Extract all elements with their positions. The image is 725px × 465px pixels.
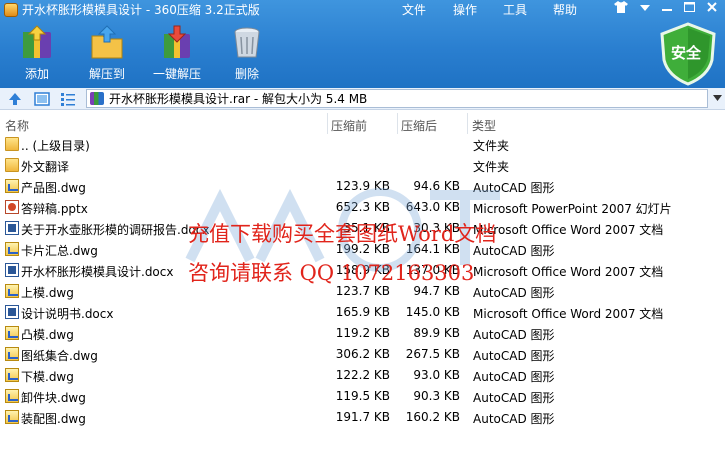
column-header: 名称 压缩前 压缩后 类型 [0,113,725,134]
delete-button-label: 删除 [234,67,259,81]
file-row[interactable]: 卸件块.dwg 119.5 KB 90.3 KB AutoCAD 图形 [0,386,725,407]
file-type: AutoCAD 图形 [473,391,555,405]
file-name: 图纸集合.dwg [21,349,98,363]
dwg-file-icon [5,347,19,361]
compressed-after-size: 160.2 KB [405,410,460,424]
thumbnail-view-icon[interactable] [34,91,50,107]
column-divider[interactable] [397,113,398,134]
address-path: 开水杯胀形模模具设计.rar - 解包大小为 5.4 MB [109,92,368,106]
file-name: 凸模.dwg [21,328,74,342]
rar-archive-icon [90,92,104,105]
file-name: 开水杯胀形模模具设计.docx [21,265,174,279]
add-archive-icon [23,25,51,58]
dwg-file-icon [5,284,19,298]
dwg-file-icon [5,410,19,424]
docx-file-icon [5,263,19,277]
watermark-line-2: 咨询请联系 QQ 1072163303 [188,261,475,285]
compressed-after-size: 145.0 KB [405,305,460,319]
docx-file-icon [5,305,19,319]
delete-button[interactable]: 删除 [217,24,277,84]
dwg-file-icon [5,389,19,403]
watermark-line-1: 充值下载购买全套图纸Word文档 [188,222,497,246]
compressed-before-size: 165.9 KB [335,305,390,319]
add-button-label: 添加 [24,67,49,81]
file-type: AutoCAD 图形 [473,349,555,363]
file-type: Microsoft Office Word 2007 文档 [473,307,664,321]
compressed-before-size: 306.2 KB [335,347,390,361]
file-type: AutoCAD 图形 [473,370,555,384]
extract-to-button[interactable]: 解压到 [77,24,137,84]
compressed-before-size: 191.7 KB [335,410,390,424]
compressed-before-size: 119.5 KB [335,389,390,403]
file-name: 装配图.dwg [21,412,86,426]
compressed-before-size: 119.2 KB [335,326,390,340]
compressed-before-size: 122.2 KB [335,368,390,382]
file-row[interactable]: 设计说明书.docx 165.9 KB 145.0 KB Microsoft Offi… [0,302,725,323]
address-field[interactable]: 开水杯胀形模模具设计.rar - 解包大小为 5.4 MB [86,89,708,108]
dwg-file-icon [5,368,19,382]
file-name: 上模.dwg [21,286,74,300]
up-arrow-icon[interactable] [7,91,23,107]
address-dropdown-icon[interactable] [711,92,723,106]
column-compressed-before[interactable]: 压缩前 [331,117,367,134]
column-divider[interactable] [327,113,328,134]
column-divider[interactable] [467,113,468,134]
file-type: 文件夹 [473,160,510,174]
file-name: 卡片汇总.dwg [21,244,98,258]
column-type[interactable]: 类型 [472,117,496,134]
docx-file-icon [5,221,19,235]
file-name: 下模.dwg [21,370,74,384]
file-name: .. (上级目录) [21,139,90,153]
extract-to-button-label: 解压到 [88,67,125,81]
menu-dropdown-icon[interactable] [636,1,654,17]
file-type: 文件夹 [473,139,510,153]
menu-file[interactable]: 文件 [402,2,426,18]
dwg-file-icon [5,242,19,256]
file-name: 外文翻译 [21,160,70,174]
file-row[interactable]: 凸模.dwg 119.2 KB 89.9 KB AutoCAD 图形 [0,323,725,344]
list-view-icon[interactable] [60,91,76,107]
file-type: AutoCAD 图形 [473,412,555,426]
file-row[interactable]: 图纸集合.dwg 306.2 KB 267.5 KB AutoCAD 图形 [0,344,725,365]
one-click-extract-icon [164,25,190,58]
extract-to-icon [91,25,123,59]
compressed-after-size: 93.0 KB [413,368,460,382]
address-bar: 开水杯胀形模模具设计.rar - 解包大小为 5.4 MB [0,88,725,110]
menu-tools[interactable]: 工具 [503,2,527,18]
file-type: AutoCAD 图形 [473,328,555,342]
skin-shirt-icon[interactable] [612,1,630,17]
folder-icon [5,158,19,172]
dwg-file-icon [5,179,19,193]
one-click-extract-button[interactable]: 一键解压 [147,24,207,84]
security-label: 安全 [671,44,702,62]
folder-icon [5,137,19,151]
add-button[interactable]: 添加 [7,24,67,84]
file-name: 设计说明书.docx [21,307,114,321]
file-row[interactable]: 外文翻译 文件夹 [0,155,725,176]
minimize-icon[interactable] [658,1,676,17]
file-name: 答辩稿.pptx [21,202,88,216]
file-row[interactable]: .. (上级目录) 文件夹 [0,134,725,155]
file-name: 产品图.dwg [21,181,86,195]
close-icon[interactable] [703,1,721,17]
top-band: 开水杯胀形模模具设计 - 360压缩 3.2正式版 文件 操作 工具 帮助 添加 [0,0,725,88]
maximize-icon[interactable] [680,1,698,17]
menu-help[interactable]: 帮助 [553,2,577,18]
dwg-file-icon [5,326,19,340]
security-shield-button[interactable]: 安全 [658,22,718,86]
one-click-extract-button-label: 一键解压 [152,67,201,81]
menu-operate[interactable]: 操作 [453,2,477,18]
pptx-file-icon [5,200,19,214]
file-row[interactable]: 装配图.dwg 191.7 KB 160.2 KB AutoCAD 图形 [0,407,725,428]
column-compressed-after[interactable]: 压缩后 [401,117,437,134]
delete-icon [234,27,260,58]
compressed-after-size: 90.3 KB [413,389,460,403]
compressed-after-size: 267.5 KB [405,347,460,361]
file-type: AutoCAD 图形 [473,286,555,300]
file-name: 卸件块.dwg [21,391,86,405]
compressed-after-size: 89.9 KB [413,326,460,340]
file-row[interactable]: 下模.dwg 122.2 KB 93.0 KB AutoCAD 图形 [0,365,725,386]
column-name[interactable]: 名称 [5,117,29,134]
